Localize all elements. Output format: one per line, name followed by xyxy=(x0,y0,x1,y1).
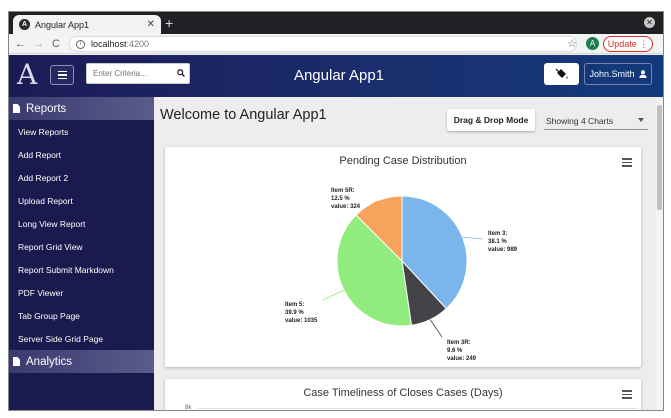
chevron-down-icon xyxy=(638,118,644,122)
pie-chart: Item 3: 38.1 % value: 989 Item 3R: 9.6 % valu… xyxy=(285,188,518,362)
pie-data-label: 9.6 % xyxy=(447,348,463,354)
sidebar-item-upload-report[interactable]: Upload Report xyxy=(9,189,154,212)
forward-icon[interactable]: → xyxy=(33,37,44,51)
sidebar-item-view-reports[interactable]: View Reports xyxy=(9,120,154,143)
bookmark-star-icon[interactable]: ☆ xyxy=(567,37,577,50)
app-title: Angular App1 xyxy=(293,67,385,84)
pie-data-label: Item 3R: xyxy=(447,340,471,346)
sidebar-item-report-grid-view[interactable]: Report Grid View xyxy=(9,235,154,258)
sidebar: Reports View Reports Add Report Add Repo… xyxy=(9,97,154,410)
scrollbar-thumb[interactable] xyxy=(657,105,662,210)
chart-menu-icon[interactable] xyxy=(622,390,632,401)
document-icon xyxy=(13,104,20,113)
chart-card-case-timeliness: Case Timeliness of Closes Cases (Days) 8… xyxy=(165,379,641,411)
hamburger-icon xyxy=(57,70,67,73)
pie-data-label: 12.5 % xyxy=(331,196,350,202)
y-tick-label: 8k xyxy=(185,405,192,411)
sidebar-item-pdf-viewer[interactable]: PDF Viewer xyxy=(9,281,154,304)
pie-data-label: value: 324 xyxy=(331,204,361,210)
page-title: Welcome to Angular App1 xyxy=(160,107,327,123)
tab-close-icon[interactable]: ✕ xyxy=(147,19,155,30)
reload-icon[interactable]: C xyxy=(52,37,60,51)
theme-button[interactable] xyxy=(544,63,579,85)
chart-title: Case Timeliness of Closes Cases (Days) xyxy=(303,387,503,399)
user-menu-button[interactable]: John.Smith xyxy=(584,63,652,85)
browser-tab[interactable]: A Angular App1 ✕ xyxy=(13,15,161,34)
sidebar-item-add-report-2[interactable]: Add Report 2 xyxy=(9,166,154,189)
sidebar-item-long-view-report[interactable]: Long View Report xyxy=(9,212,154,235)
document-icon xyxy=(13,357,20,366)
sidebar-item-report-submit-markdown[interactable]: Report Submit Markdown xyxy=(9,258,154,281)
update-label: Update xyxy=(607,39,637,49)
drag-drop-mode-button[interactable]: Drag & Drop Mode xyxy=(447,109,535,131)
pie-data-label: Item 3: xyxy=(488,231,507,237)
charts-count-select[interactable]: Showing 4 Charts xyxy=(544,112,648,130)
update-button[interactable]: Update ⋮ xyxy=(603,36,653,52)
app-logo[interactable]: A xyxy=(17,59,37,91)
url-port: :4200 xyxy=(126,39,150,49)
pie-data-label: value: 1035 xyxy=(285,318,318,324)
charts-count-value: Showing 4 Charts xyxy=(546,115,614,126)
info-icon[interactable]: i xyxy=(76,39,85,49)
paint-bucket-icon xyxy=(555,68,567,79)
back-icon[interactable]: ← xyxy=(15,37,26,51)
angular-favicon-icon: A xyxy=(19,19,30,30)
sidebar-section-label: Analytics xyxy=(26,355,73,368)
sidebar-section-label: Reports xyxy=(26,102,67,115)
url-text: localhost:4200 xyxy=(91,39,149,49)
app-header: A Angular App1 John.Smith xyxy=(9,55,663,97)
new-tab-icon[interactable]: + xyxy=(165,15,173,31)
main-content: Welcome to Angular App1 Drag & Drop Mode… xyxy=(154,97,663,411)
pie-data-label: 39.9 % xyxy=(285,310,304,316)
address-bar: ← → C i localhost:4200 ☆ A Update ⋮ xyxy=(9,34,663,54)
user-icon xyxy=(638,70,647,78)
sidebar-item-tab-group-page[interactable]: Tab Group Page xyxy=(9,304,154,327)
pie-connector xyxy=(462,236,484,240)
sidebar-item-server-side-grid-page[interactable]: Server Side Grid Page xyxy=(9,327,154,350)
pie-data-label: Item 5: xyxy=(285,302,304,308)
browser-window: A Angular App1 ✕ + ✕ ← → C i localhost:4… xyxy=(8,11,664,411)
grid-line xyxy=(197,408,637,409)
search-input[interactable] xyxy=(86,63,190,84)
tab-title: Angular App1 xyxy=(35,19,90,30)
sidebar-section-analytics[interactable]: Analytics xyxy=(9,350,154,373)
search-icon[interactable] xyxy=(177,69,185,77)
profile-avatar[interactable]: A xyxy=(586,37,599,50)
scrollbar[interactable] xyxy=(656,99,663,410)
user-name: John.Smith xyxy=(589,69,635,79)
pie-data-label: value: 249 xyxy=(447,356,477,362)
sidebar-section-reports[interactable]: Reports xyxy=(9,97,154,120)
url-host: localhost xyxy=(91,39,127,49)
chart-card-pending-case: Pending Case Distribution Item 3: 38.1 % v… xyxy=(165,147,641,367)
tab-bar: A Angular App1 ✕ + ✕ xyxy=(9,12,663,34)
pie-data-label: value: 989 xyxy=(488,247,518,253)
window-close-icon[interactable]: ✕ xyxy=(644,17,655,28)
url-field[interactable]: i localhost:4200 xyxy=(69,36,577,52)
pie-connector xyxy=(322,289,345,301)
pie-data-label: Item 5R: xyxy=(331,188,355,194)
menu-toggle-button[interactable] xyxy=(50,65,74,85)
pie-data-label: 38.1 % xyxy=(488,239,507,245)
pie-connector xyxy=(429,319,443,338)
sidebar-item-add-report[interactable]: Add Report xyxy=(9,143,154,166)
